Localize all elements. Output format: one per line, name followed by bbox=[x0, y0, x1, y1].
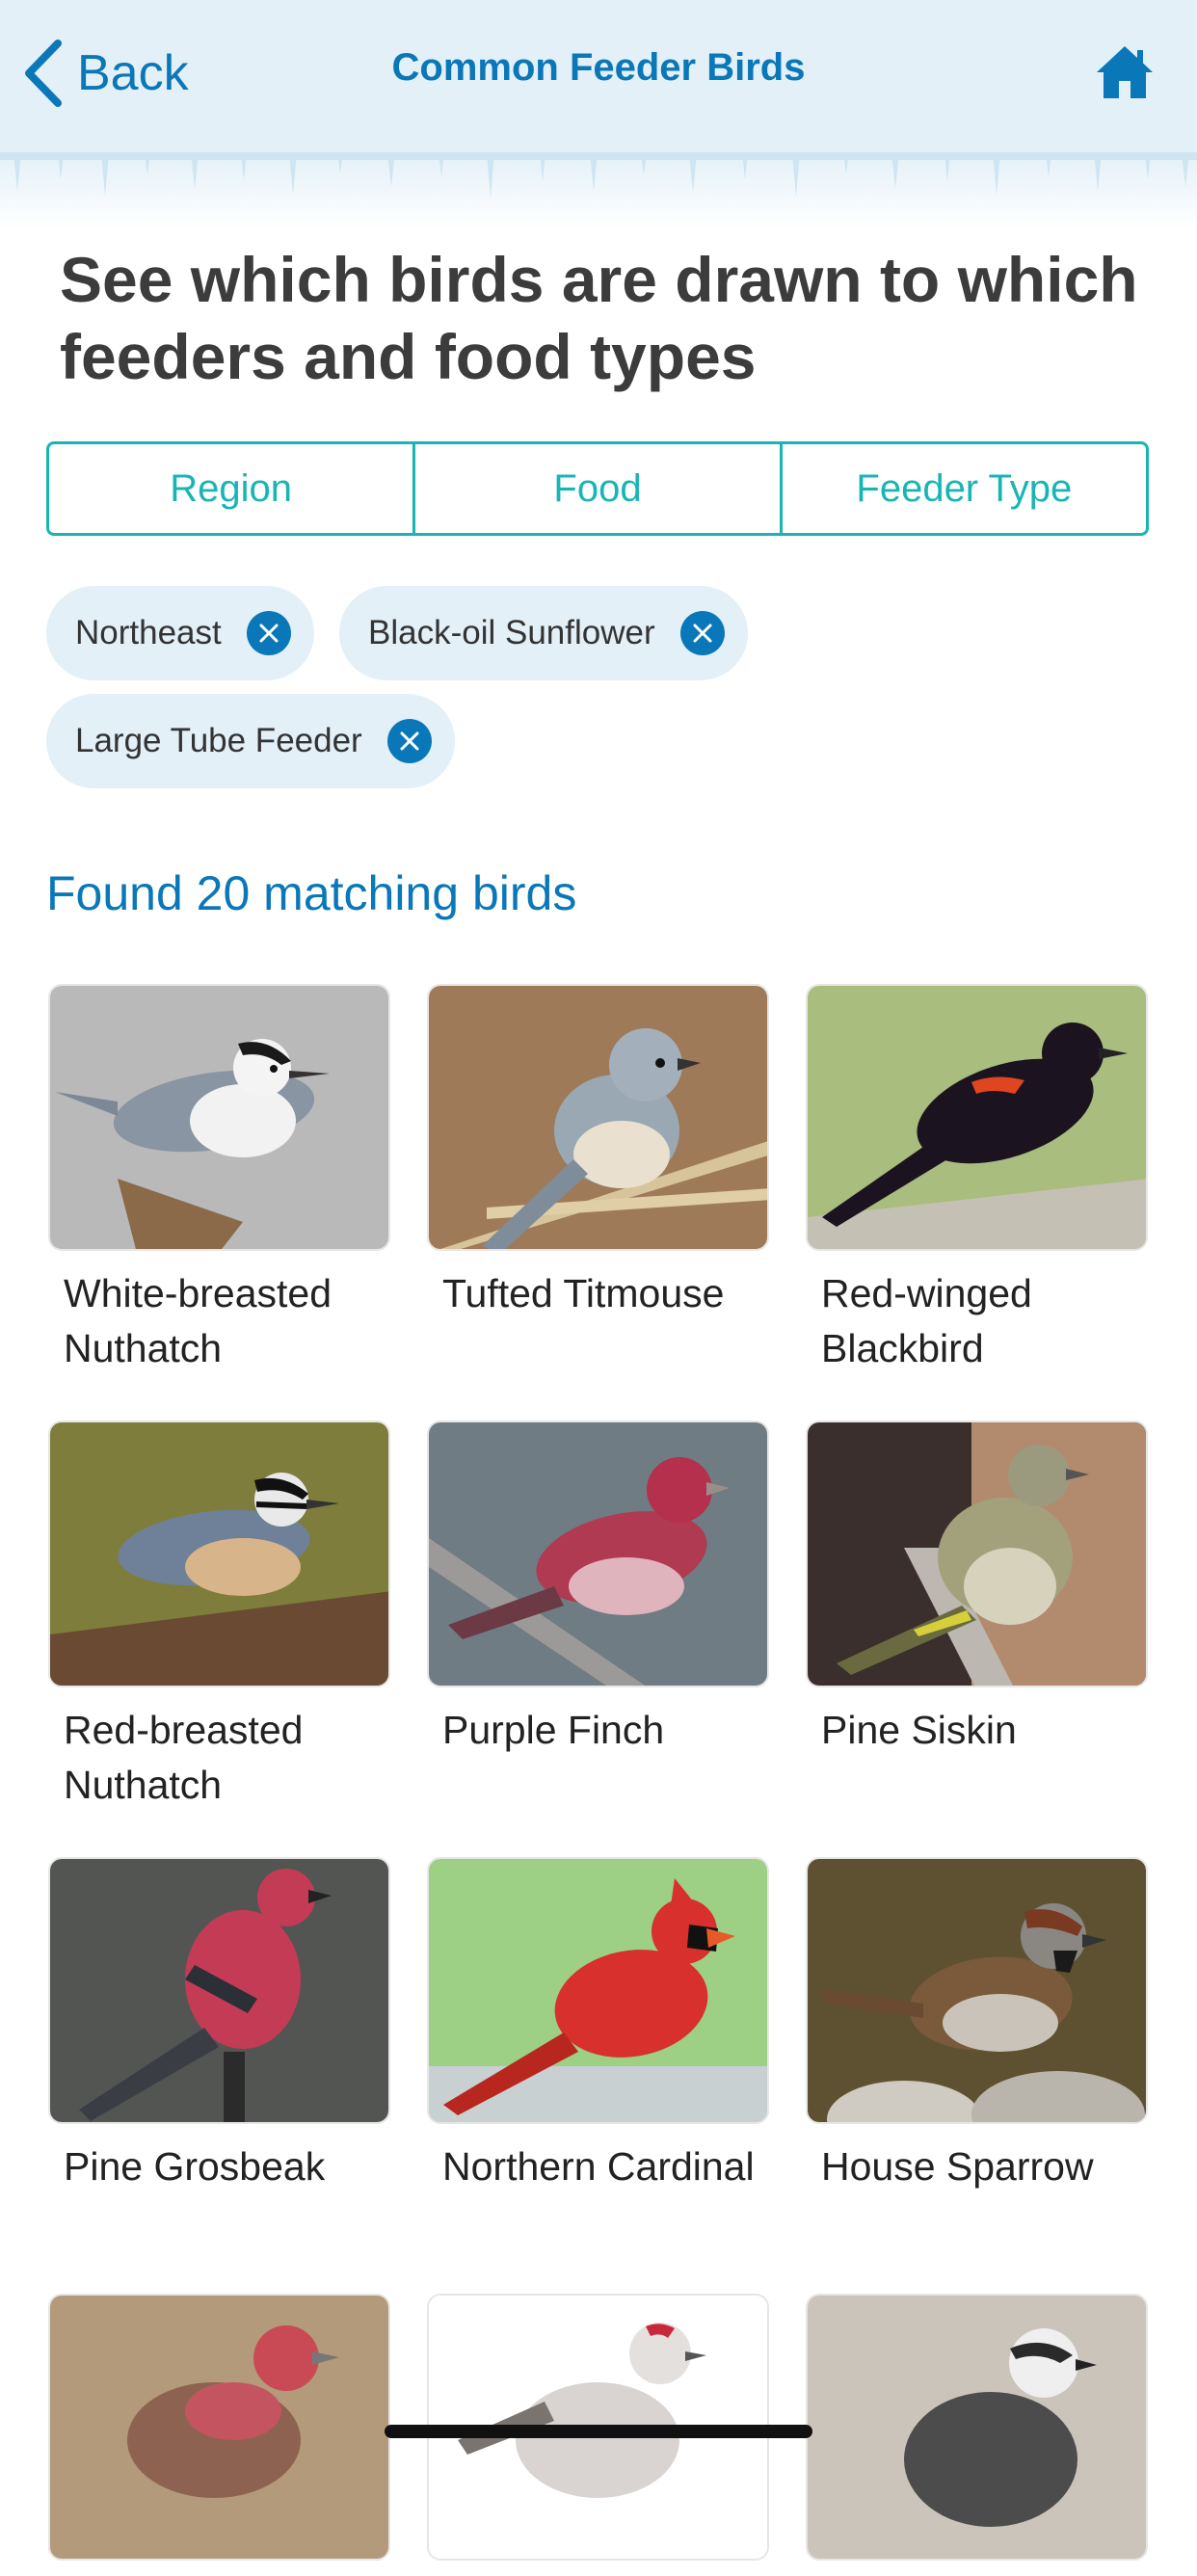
filter-chip-label: Northeast bbox=[75, 614, 222, 651]
page-title: Common Feeder Birds bbox=[391, 46, 806, 89]
filter-chip-feeder-type: Large Tube Feeder bbox=[46, 694, 455, 788]
bird-photo bbox=[806, 1857, 1148, 2124]
remove-filter-button[interactable] bbox=[679, 611, 725, 655]
bird-name: Northern Cardinal bbox=[442, 2144, 755, 2189]
bird-card[interactable]: Pine Grosbeak bbox=[48, 1857, 390, 2194]
bird-name: White-breasted Nuthatch bbox=[64, 1271, 332, 1370]
bird-name: Pine Grosbeak bbox=[64, 2144, 326, 2189]
bird-card[interactable] bbox=[48, 2294, 390, 2576]
bird-card[interactable]: House Sparrow bbox=[806, 1857, 1148, 2194]
bird-card[interactable]: Pine Siskin bbox=[806, 1421, 1148, 1758]
home-button[interactable] bbox=[1095, 42, 1155, 102]
bird-name: House Sparrow bbox=[821, 2144, 1094, 2189]
bird-card[interactable]: Red-winged Blackbird bbox=[806, 984, 1148, 1376]
bird-photo bbox=[427, 984, 769, 1251]
bird-photo bbox=[427, 1421, 769, 1687]
results-count: Found 20 matching birds bbox=[46, 866, 577, 920]
remove-filter-button[interactable] bbox=[386, 719, 432, 763]
close-icon bbox=[400, 731, 419, 751]
tab-region[interactable]: Region bbox=[49, 444, 416, 533]
bird-card[interactable]: Red-breasted Nuthatch bbox=[48, 1421, 390, 1813]
navigation-bar: Back Common Feeder Birds bbox=[0, 0, 1197, 152]
bird-name: Red-breasted Nuthatch bbox=[64, 1708, 304, 1807]
bird-card[interactable] bbox=[806, 2294, 1148, 2576]
intro-heading: See which birds are drawn to which feede… bbox=[60, 244, 1138, 392]
close-icon bbox=[259, 624, 279, 643]
bird-card[interactable]: White-breasted Nuthatch bbox=[48, 984, 390, 1376]
home-icon bbox=[1097, 46, 1153, 98]
filter-chip-food: Black-oil Sunflower bbox=[339, 586, 748, 680]
remove-filter-button[interactable] bbox=[246, 611, 291, 655]
filter-chip-label: Black-oil Sunflower bbox=[368, 614, 655, 651]
bird-photo bbox=[48, 984, 390, 1251]
bird-photo bbox=[48, 2294, 390, 2561]
tab-feeder-type[interactable]: Feeder Type bbox=[783, 444, 1146, 533]
bird-name: Pine Siskin bbox=[821, 1708, 1017, 1752]
bird-card[interactable]: Purple Finch bbox=[427, 1421, 769, 1758]
filter-chip-region: Northeast bbox=[46, 586, 314, 680]
filter-chip-label: Large Tube Feeder bbox=[75, 722, 362, 759]
bird-card[interactable]: Northern Cardinal bbox=[427, 1857, 769, 2194]
bird-photo bbox=[806, 984, 1148, 1251]
close-icon bbox=[693, 624, 712, 643]
bird-photo bbox=[48, 1857, 390, 2124]
filter-segmented-control: Region Food Feeder Type bbox=[46, 441, 1149, 536]
bird-photo bbox=[427, 1857, 769, 2124]
bird-photo bbox=[48, 1421, 390, 1687]
bird-name: Red-winged Blackbird bbox=[821, 1271, 1032, 1370]
frost-decoration bbox=[0, 152, 1197, 229]
bird-photo bbox=[806, 2294, 1148, 2561]
bird-card[interactable]: Tufted Titmouse bbox=[427, 984, 769, 1321]
tab-food[interactable]: Food bbox=[415, 444, 783, 533]
bird-name: Purple Finch bbox=[442, 1708, 665, 1752]
bird-name: Tufted Titmouse bbox=[442, 1271, 725, 1315]
bird-photo bbox=[806, 1421, 1148, 1687]
home-indicator[interactable] bbox=[385, 2425, 812, 2438]
